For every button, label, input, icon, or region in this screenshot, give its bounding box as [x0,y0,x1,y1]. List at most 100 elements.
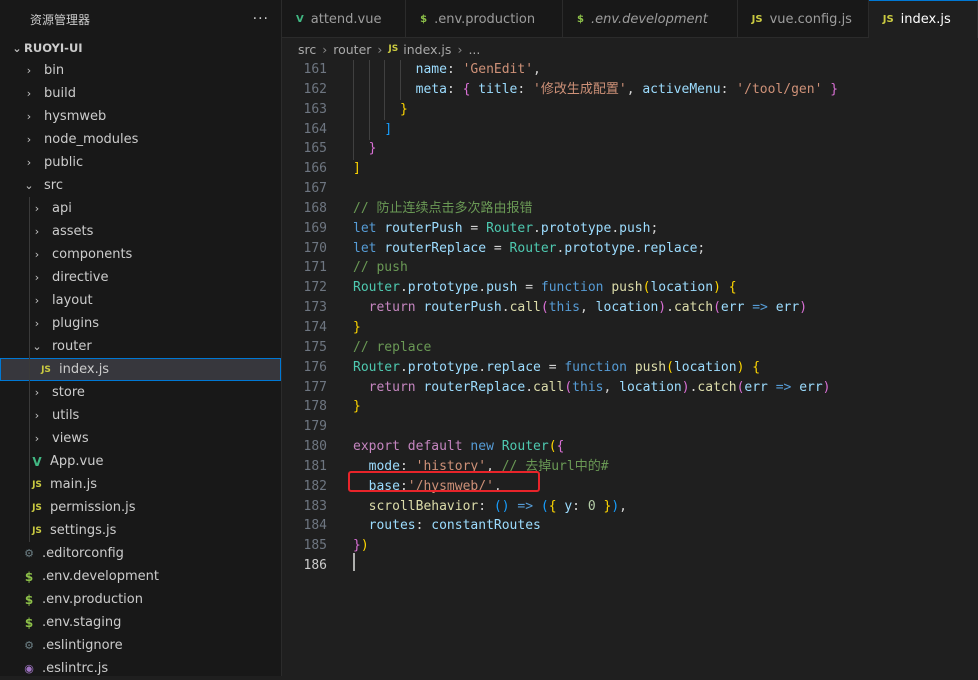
tab-env-production[interactable]: $ .env.production [406,0,563,38]
tab-env-development[interactable]: $ .env.development [563,0,738,38]
tree-file[interactable]: $ .env.production [0,588,281,611]
breadcrumb-symbol[interactable]: ... [468,42,480,57]
tree-folder[interactable]: ⌄ router [0,335,281,358]
tree-file[interactable]: ⚙ .eslintignore [0,634,281,657]
code-content: // push [353,258,408,278]
tab-attend-vue[interactable]: Vattend.vue [282,0,407,38]
code-token: => [775,379,792,395]
code-token: push [611,280,643,296]
code-token: err [799,379,823,395]
code-token: activeMenu [642,81,721,97]
tree-file[interactable]: JS settings.js [0,519,281,542]
code-token: , [533,62,541,77]
tree-folder[interactable]: › build [0,82,281,105]
breadcrumb-src[interactable]: src [298,42,316,57]
tree-file[interactable]: $ .env.development [0,565,281,588]
js-file-icon: JS [32,479,42,490]
code-token: replace [486,359,541,375]
tree-folder[interactable]: › public [0,151,281,174]
code-token: { [556,439,565,455]
tree-item-label: plugins [52,316,99,331]
line-number: 184 [303,518,327,534]
indent-guide [29,197,30,542]
code-line: 169 let routerPush = Router.prototype.pus… [282,219,978,239]
tree-folder[interactable]: › assets [0,220,281,243]
code-token: = [517,280,541,296]
env-file-icon: $ [24,592,34,607]
tab-vue-config-js[interactable]: JS vue.config.js [738,0,869,38]
tree-folder[interactable]: › bin [0,59,281,82]
line-number: 163 [303,101,327,117]
tree-file[interactable]: JS permission.js [0,496,281,519]
project-root[interactable]: ⌄ RUOYI-UI [0,37,281,59]
code-token: scrollBehavior [368,498,479,514]
tree-file[interactable]: JS index.js [0,358,281,381]
code-line: 185}) [282,536,978,556]
tree-item-label: api [52,201,72,216]
code-token: location [619,379,682,395]
chevron-right-icon: › [26,64,32,77]
breadcrumb: src › router › JS index.js › ... [282,38,978,60]
explorer-panel: 资源管理器 ··· ⌄ RUOYI-UI › bin › build › hysmweb ›… [0,0,282,676]
tree-file[interactable]: JS main.js [0,473,281,496]
code-token: location [595,300,659,316]
code-token: } [399,101,408,117]
chevron-right-icon: › [457,41,463,57]
tree-folder[interactable]: › views [0,427,281,450]
chevron-right-icon: › [34,409,40,422]
tree-folder[interactable]: › store [0,381,281,404]
code-token: prototype [540,220,612,236]
code-token: location [673,359,737,375]
code-line: 180 export default new Router({ [282,437,978,457]
tree-file[interactable]: V App.vue [0,450,281,473]
code-token: . [399,359,408,375]
chevron-right-icon: › [34,432,40,445]
code-content: ] [353,159,361,179]
chevron-down-icon: ⌄ [32,340,42,353]
tree-folder[interactable]: ⌄ src [0,174,281,197]
js-file-icon: JS [41,364,51,375]
tree-folder[interactable]: › components [0,243,281,266]
tree-folder[interactable]: › layout [0,289,281,312]
code-token: let [353,240,377,256]
code-token: ( [540,300,549,316]
text-cursor [353,553,355,571]
chevron-right-icon: › [377,41,383,57]
code-token: : [415,518,432,534]
explorer-title: 资源管理器 [30,12,91,27]
code-token: ( [713,300,721,316]
code-token: ) [611,498,620,514]
tree-file[interactable]: $ .env.staging [0,611,281,634]
tree-folder[interactable]: › hysmweb [0,105,281,128]
code-token: '/tool/gen' [736,81,823,97]
tree-folder[interactable]: › plugins [0,312,281,335]
tree-folder[interactable]: › utils [0,404,281,427]
tree-item-label: public [44,155,84,170]
tree-file[interactable]: ◉ .eslintrc.js [0,657,281,680]
line-number: 164 [303,121,327,137]
code-token: meta [415,81,447,97]
tree-file[interactable]: ⚙ .editorconfig [0,542,281,565]
more-actions-icon[interactable]: ··· [253,11,269,27]
settings-file-icon: ⚙ [24,639,34,652]
tree-folder[interactable]: › api [0,197,281,220]
tab-index-js[interactable]: JS index.js [868,0,978,38]
code-editor[interactable]: 161 name: 'GenEdit', 162 meta: { title: '修改… [282,60,978,676]
tree-folder[interactable]: › directive [0,266,281,289]
code-token: return [368,379,416,395]
breadcrumb-router[interactable]: router [333,42,371,57]
tree-item-label: settings.js [50,523,117,538]
code-token: prototype [407,280,479,296]
js-file-icon: JS [882,14,894,25]
code-token: . [611,220,620,236]
tree-folder[interactable]: › node_modules [0,128,281,151]
code-token: } [353,319,361,335]
code-token: constantRoutes [431,518,541,534]
line-number: 179 [303,419,327,435]
breadcrumb-file[interactable]: index.js [403,42,451,57]
tree-item-label: layout [52,293,93,308]
code-token: : [517,81,534,97]
tree-item-label: router [52,339,92,354]
